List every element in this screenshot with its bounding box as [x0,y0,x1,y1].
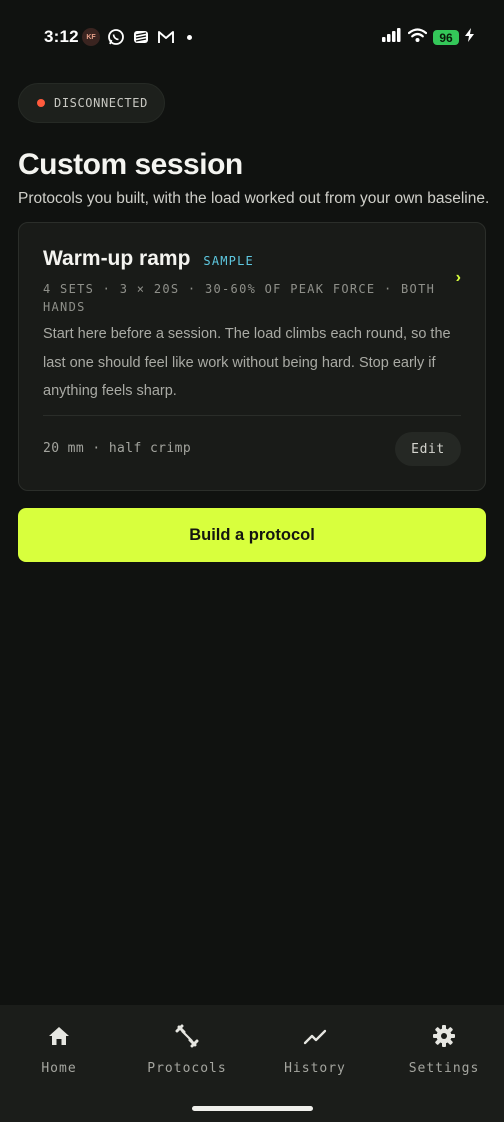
wifi-icon [407,28,428,47]
protocol-grip-info: 20 mm · half crimp [43,441,192,456]
build-protocol-button[interactable]: Build a protocol [18,508,486,562]
stack-icon [131,28,150,46]
tab-protocols[interactable]: Protocols [132,1023,242,1076]
card-header: Warm-up ramp SAMPLE [43,247,254,271]
dumbbell-icon [174,1023,200,1049]
avatar: KF [82,28,100,46]
status-time: 3:12 [44,27,79,46]
home-icon [46,1023,72,1049]
whatsapp-icon [106,28,125,46]
tab-label: Protocols [147,1061,227,1076]
tab-label: Home [41,1061,77,1076]
protocol-description: Start here before a session. The load cl… [43,326,451,399]
status-dot [37,99,45,107]
sample-badge: SAMPLE [203,254,254,268]
tab-history[interactable]: History [260,1023,370,1076]
protocol-meta: 4 SETS · 3 × 20S · 30-60% OF PEAK FORCE … [43,282,436,314]
tab-home[interactable]: Home [4,1023,114,1076]
chevron-right-icon[interactable]: › [456,269,461,287]
connection-status-label: DISCONNECTED [54,96,148,110]
home-indicator[interactable] [192,1106,313,1111]
more-notifications-icon [187,34,192,40]
signal-icon [382,28,402,47]
card-divider [43,415,461,416]
gmail-icon [156,28,175,46]
notification-icons: KF [82,28,192,46]
gear-icon [431,1023,457,1049]
system-indicators: 96 [382,28,474,47]
page-title: Custom session [18,148,243,181]
protocol-card[interactable]: Warm-up ramp SAMPLE › 4 SETS · 3 × 20S ·… [18,222,486,491]
protocol-title: Warm-up ramp [43,247,191,270]
battery-level: 96 [433,30,459,45]
charging-icon [465,28,474,47]
status-bar: 3:12 KF 96 [0,0,504,76]
tab-label: Settings [408,1061,480,1076]
tab-label: History [284,1061,346,1076]
bottom-tab-bar: Home Protocols History Settings [0,1005,504,1122]
tab-settings[interactable]: Settings [389,1023,499,1076]
edit-button[interactable]: Edit [395,432,461,466]
page-subtitle: Protocols you built, with the load worke… [18,190,490,207]
connection-status-pill[interactable]: DISCONNECTED [18,83,165,123]
trend-icon [302,1023,328,1049]
